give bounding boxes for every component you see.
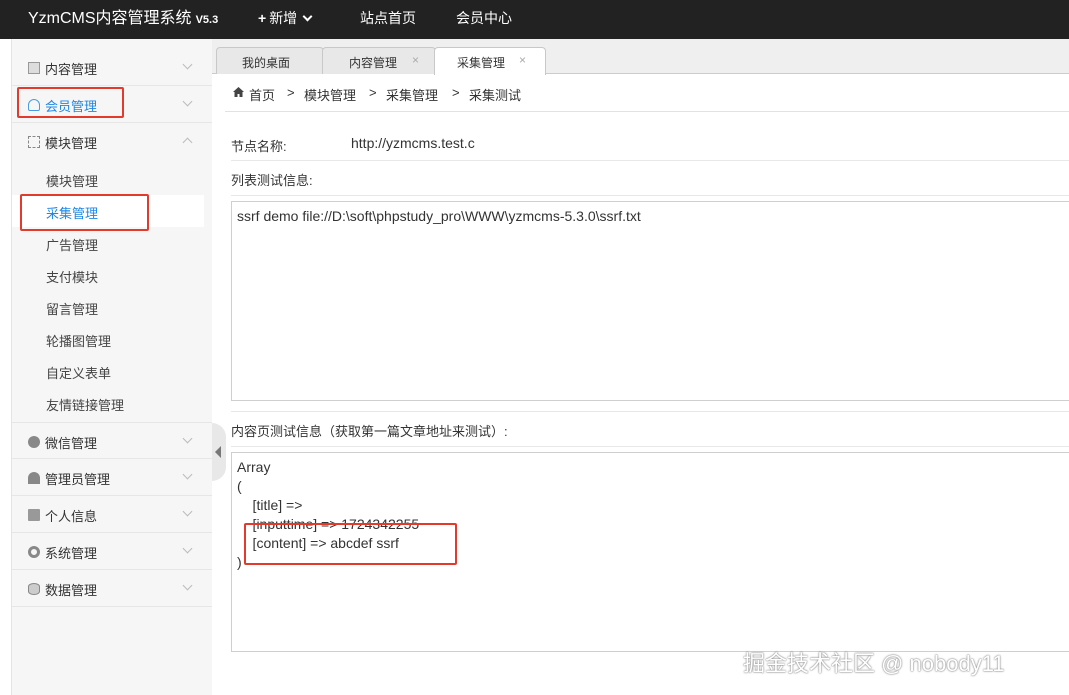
divider xyxy=(231,195,1069,196)
submenu-label: 广告管理 xyxy=(46,238,99,253)
submenu-item-custom-form[interactable]: 自定义表单 xyxy=(12,355,204,387)
brand-title: YzmCMS内容管理系统 xyxy=(28,10,192,27)
card-icon xyxy=(28,509,40,521)
highlight-box-content xyxy=(244,523,457,565)
brand-version: V5.3 xyxy=(195,14,219,26)
submenu-label: 支付模块 xyxy=(46,270,99,285)
breadcrumb-separator: > xyxy=(369,85,377,100)
add-new-menu[interactable]: + 新增 xyxy=(258,0,313,39)
sidebar-item-label: 个人信息 xyxy=(45,509,98,524)
chevron-up-icon xyxy=(182,137,193,148)
app-brand[interactable]: YzmCMS内容管理系统 V5.3 xyxy=(28,0,218,39)
breadcrumb-collect[interactable]: 采集管理 xyxy=(386,85,438,104)
admin-icon xyxy=(28,472,40,484)
chevron-down-icon xyxy=(182,543,193,554)
sidebar-item-label: 微信管理 xyxy=(45,436,98,451)
tab-label: 内容管理 xyxy=(349,56,398,70)
submenu-item-modules[interactable]: 模块管理 xyxy=(12,163,204,195)
sidebar-item-wechat[interactable]: 微信管理 xyxy=(12,422,212,459)
breadcrumb-separator: > xyxy=(452,85,460,100)
content-test-label: 内容页测试信息（获取第一篇文章地址来测试）: xyxy=(231,424,508,439)
tab-bar: 我的桌面 内容管理 × 采集管理 × xyxy=(212,39,1069,75)
wechat-icon xyxy=(28,436,40,448)
submenu-label: 模块管理 xyxy=(46,174,99,189)
sidebar: 内容管理 会员管理 模块管理 模块管理 采集管理 广告管理 支付模块 留言管理 … xyxy=(12,39,212,695)
chevron-down-icon xyxy=(182,59,193,70)
submenu-item-ads[interactable]: 广告管理 xyxy=(12,227,204,259)
submenu-item-carousel[interactable]: 轮播图管理 xyxy=(12,323,204,355)
grid-icon xyxy=(28,136,40,148)
breadcrumb-home[interactable]: 首页 xyxy=(249,85,275,104)
add-new-label: 新增 xyxy=(269,10,298,26)
node-name-label: 节点名称: xyxy=(231,139,287,154)
breadcrumb-separator: > xyxy=(287,85,295,100)
chevron-down-icon xyxy=(182,469,193,480)
list-test-output[interactable]: ssrf demo file://D:\soft\phpstudy_pro\WW… xyxy=(231,201,1069,401)
sidebar-item-profile[interactable]: 个人信息 xyxy=(12,496,212,533)
output-line: ( xyxy=(237,478,242,494)
divider xyxy=(231,160,1069,161)
submenu-label: 轮播图管理 xyxy=(46,334,112,349)
submenu-item-links[interactable]: 友情链接管理 xyxy=(12,387,204,419)
submenu-item-payment[interactable]: 支付模块 xyxy=(12,259,204,291)
output-line: Array xyxy=(237,459,271,475)
submenu-label: 留言管理 xyxy=(46,302,99,317)
left-edge-strip xyxy=(0,39,12,695)
highlight-box-collect xyxy=(20,194,149,231)
node-name-value: http://yzmcms.test.c xyxy=(351,135,475,151)
sidebar-item-label: 管理员管理 xyxy=(45,472,111,487)
member-center-link[interactable]: 会员中心 xyxy=(456,0,512,39)
sidebar-item-system[interactable]: 系统管理 xyxy=(12,533,212,570)
highlight-box-members xyxy=(17,87,124,118)
chevron-down-icon xyxy=(182,433,193,444)
watermark: 掘金技术社区 @ nobody11 xyxy=(743,651,1005,676)
tab-label: 我的桌面 xyxy=(242,56,291,70)
divider xyxy=(231,411,1069,412)
sidebar-item-label: 模块管理 xyxy=(45,136,98,151)
sidebar-item-label: 系统管理 xyxy=(45,546,98,561)
list-test-label: 列表测试信息: xyxy=(231,173,313,188)
content-icon xyxy=(28,62,40,74)
list-test-text: ssrf demo file://D:\soft\phpstudy_pro\WW… xyxy=(237,208,641,224)
sidebar-item-label: 数据管理 xyxy=(45,583,98,598)
plus-icon: + xyxy=(258,10,267,26)
sidebar-item-admins[interactable]: 管理员管理 xyxy=(12,459,212,496)
submenu-label: 自定义表单 xyxy=(46,366,112,381)
sidebar-item-content[interactable]: 内容管理 xyxy=(12,49,212,86)
output-line: ) xyxy=(237,554,242,570)
sidebar-item-modules[interactable]: 模块管理 xyxy=(12,123,212,160)
breadcrumb-modules[interactable]: 模块管理 xyxy=(304,85,356,104)
chevron-down-icon xyxy=(182,580,193,591)
close-icon[interactable]: × xyxy=(519,53,526,67)
chevron-down-icon xyxy=(182,96,193,107)
gear-icon xyxy=(28,546,40,558)
tab-collect[interactable]: 采集管理 × xyxy=(434,47,546,75)
tab-desktop[interactable]: 我的桌面 xyxy=(216,47,324,74)
sidebar-collapse-handle[interactable] xyxy=(212,423,226,481)
chevron-down-icon xyxy=(182,506,193,517)
site-home-link[interactable]: 站点首页 xyxy=(360,0,416,39)
divider xyxy=(231,446,1069,447)
sidebar-item-label: 内容管理 xyxy=(45,62,98,77)
top-navbar: YzmCMS内容管理系统 V5.3 + 新增 站点首页 会员中心 xyxy=(0,0,1069,39)
submenu-item-guestbook[interactable]: 留言管理 xyxy=(12,291,204,323)
tab-content[interactable]: 内容管理 × xyxy=(322,47,436,74)
tab-label: 采集管理 xyxy=(457,56,506,70)
sidebar-item-data[interactable]: 数据管理 xyxy=(12,570,212,607)
home-icon xyxy=(233,87,244,97)
submenu-label: 友情链接管理 xyxy=(46,398,125,413)
close-icon[interactable]: × xyxy=(412,53,419,67)
breadcrumb: 首页 > 模块管理 > 采集管理 > 采集测试 xyxy=(225,75,1069,112)
breadcrumb-current: 采集测试 xyxy=(469,88,522,103)
chevron-down-icon xyxy=(302,11,313,22)
database-icon xyxy=(28,583,40,595)
output-line: [title] => xyxy=(237,497,303,513)
